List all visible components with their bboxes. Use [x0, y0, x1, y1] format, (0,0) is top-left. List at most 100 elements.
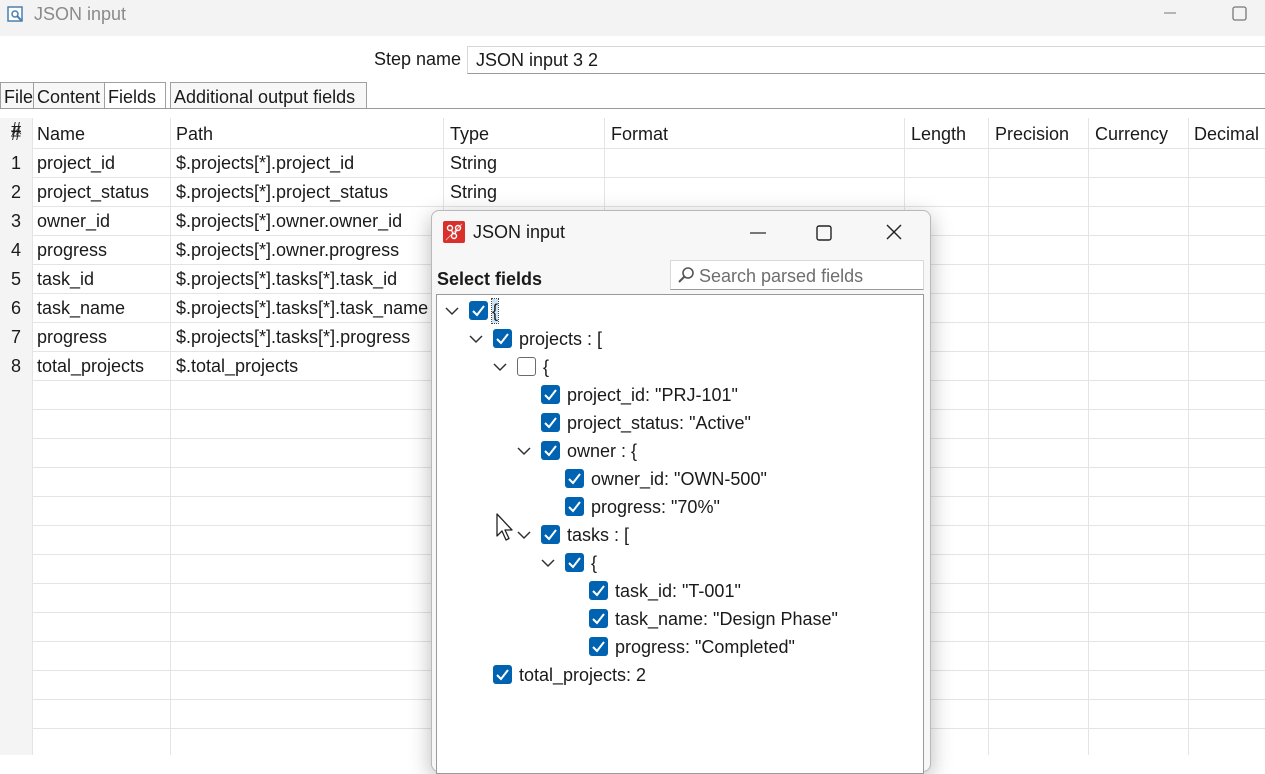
cell-name[interactable]: progress: [37, 323, 107, 352]
tree-node-label: task_name: "Design Phase": [615, 609, 838, 629]
cell-name[interactable]: owner_id: [37, 207, 110, 236]
cell-name[interactable]: total_projects: [37, 352, 144, 381]
chevron-down-icon[interactable]: [445, 304, 459, 318]
step-name-label: Step name: [374, 49, 462, 69]
minimize-button[interactable]: [1150, 0, 1190, 30]
tree-node-project-object[interactable]: {: [437, 353, 917, 381]
column-header-format[interactable]: Format: [611, 124, 668, 145]
grid-line: [1188, 118, 1189, 755]
checkbox-unchecked[interactable]: [517, 357, 536, 376]
json-input-dialog: JSON input Select fields { projects : [: [431, 210, 931, 774]
checkbox-checked[interactable]: [589, 581, 608, 600]
tree-node-task-id[interactable]: task_id: "T-001": [437, 577, 917, 605]
cell-path[interactable]: $.projects[*].owner.progress: [176, 236, 399, 265]
tree-node-owner-id[interactable]: owner_id: "OWN-500": [437, 465, 917, 493]
column-header-number-text: #: [11, 124, 22, 144]
tree-node-label: project_status: "Active": [567, 413, 751, 433]
tree-node-label: project_id: "PRJ-101": [567, 385, 738, 405]
tree-node-label: progress: "Completed": [615, 637, 795, 657]
tree-node-owner[interactable]: owner : {: [437, 437, 917, 465]
grid-line: [32, 118, 33, 755]
cell-path[interactable]: $.projects[*].owner.owner_id: [176, 207, 402, 236]
tree-node-task-progress[interactable]: progress: "Completed": [437, 633, 917, 661]
cell-path[interactable]: $.total_projects: [176, 352, 298, 381]
checkbox-checked[interactable]: [565, 497, 584, 516]
json-input-app-icon: [443, 221, 465, 243]
grid-line: [1088, 118, 1089, 755]
row-number: 3: [11, 211, 22, 231]
tree-node-label: progress: "70%": [591, 497, 720, 517]
chevron-down-icon[interactable]: [469, 332, 483, 346]
column-header-name[interactable]: Name: [37, 124, 85, 145]
column-header-precision[interactable]: Precision: [995, 124, 1069, 145]
cell-path[interactable]: $.projects[*].tasks[*].task_name: [176, 294, 428, 323]
grid-line: [170, 118, 171, 755]
cell-name[interactable]: project_id: [37, 149, 115, 178]
cell-path[interactable]: $.projects[*].tasks[*].progress: [176, 323, 410, 352]
cell-name[interactable]: task_id: [37, 265, 94, 294]
column-header-type[interactable]: Type: [450, 124, 489, 145]
tab-additional-output-fields[interactable]: Additional output fields: [170, 82, 367, 108]
row-number: 2: [11, 182, 22, 202]
cell-path[interactable]: $.projects[*].project_status: [176, 178, 388, 207]
maximize-button[interactable]: [1222, 0, 1262, 30]
column-header-length[interactable]: Length: [911, 124, 966, 145]
column-header-decimal[interactable]: Decimal: [1194, 124, 1259, 145]
tree-node-root[interactable]: {: [437, 297, 917, 325]
row-number: 7: [11, 327, 22, 347]
tree-node-label: {: [490, 298, 500, 324]
tree-node-project-status[interactable]: project_status: "Active": [437, 409, 917, 437]
checkbox-checked[interactable]: [565, 469, 584, 488]
tab-fields[interactable]: Fields: [104, 82, 166, 109]
checkbox-checked[interactable]: [541, 413, 560, 432]
dialog-close-button[interactable]: [874, 219, 914, 247]
cell-name[interactable]: progress: [37, 236, 107, 265]
tree-node-task-name[interactable]: task_name: "Design Phase": [437, 605, 917, 633]
cell-path[interactable]: $.projects[*].tasks[*].task_id: [176, 265, 397, 294]
step-name-input[interactable]: [467, 46, 1265, 74]
cell-path[interactable]: $.projects[*].project_id: [176, 149, 354, 178]
tree-node-label: tasks : [: [567, 525, 630, 545]
cell-type[interactable]: String: [450, 149, 497, 178]
tab-file[interactable]: File: [0, 82, 34, 108]
tree-node-label: task_id: "T-001": [615, 581, 741, 601]
checkbox-checked[interactable]: [493, 665, 512, 684]
row-number: 5: [11, 269, 22, 289]
chevron-down-icon[interactable]: [517, 444, 531, 458]
tree-node-total-projects[interactable]: total_projects: 2: [437, 661, 917, 689]
dialog-maximize-button[interactable]: [804, 219, 844, 247]
checkbox-checked[interactable]: [589, 637, 608, 656]
checkbox-checked[interactable]: [469, 301, 488, 320]
search-parsed-fields-box[interactable]: [670, 260, 924, 290]
cell-name[interactable]: task_name: [37, 294, 125, 323]
checkbox-checked[interactable]: [589, 609, 608, 628]
tree-node-projects[interactable]: projects : [: [437, 325, 917, 353]
tree-node-label: owner : {: [567, 441, 638, 461]
cell-name[interactable]: project_status: [37, 178, 149, 207]
checkbox-checked[interactable]: [541, 441, 560, 460]
chevron-down-icon[interactable]: [517, 528, 531, 542]
tree-node-project-id[interactable]: project_id: "PRJ-101": [437, 381, 917, 409]
tree-node-task-object[interactable]: {: [437, 549, 917, 577]
checkbox-checked[interactable]: [541, 525, 560, 544]
tree-node-label: total_projects: 2: [519, 665, 647, 685]
tree-node-label: projects : [: [519, 329, 603, 349]
checkbox-checked[interactable]: [493, 329, 512, 348]
tab-content[interactable]: Content: [33, 82, 105, 108]
row-number: 1: [11, 153, 22, 173]
app-icon: [7, 6, 25, 24]
dialog-title: JSON input: [473, 222, 566, 242]
window-titlebar: JSON input: [0, 0, 1265, 36]
checkbox-checked[interactable]: [565, 553, 584, 572]
search-input[interactable]: [697, 263, 921, 289]
column-header-currency[interactable]: Currency: [1095, 124, 1168, 145]
select-fields-label: Select fields: [437, 269, 543, 289]
tree-node-label: {: [543, 357, 550, 377]
dialog-minimize-button[interactable]: [737, 219, 777, 247]
row-number: 6: [11, 298, 22, 318]
chevron-down-icon[interactable]: [493, 360, 507, 374]
column-header-path[interactable]: Path: [176, 124, 213, 145]
chevron-down-icon[interactable]: [541, 556, 555, 570]
checkbox-checked[interactable]: [541, 385, 560, 404]
cell-type[interactable]: String: [450, 178, 497, 207]
